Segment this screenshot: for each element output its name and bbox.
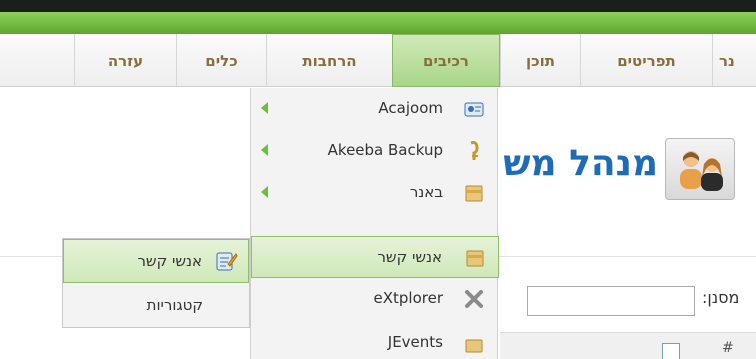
menu-site[interactable]: נר	[712, 34, 756, 87]
contacts-submenu: אנשי קשר קטגוריות	[62, 238, 250, 328]
submenu-item-label: קטגוריות	[146, 296, 203, 314]
page-title: מנהל מש	[503, 143, 658, 184]
menu-menus[interactable]: תפריטים	[580, 34, 712, 87]
menu-extensions[interactable]: הרחבות	[266, 34, 392, 87]
select-all-checkbox[interactable]	[662, 343, 680, 359]
submenu-arrow-icon	[261, 144, 268, 156]
filter-label: מסנן:	[702, 288, 740, 307]
dropdown-item-banner[interactable]: באנר	[251, 172, 499, 214]
menu-tools[interactable]: כלים	[176, 34, 266, 87]
jevents-icon	[463, 332, 485, 354]
acajoom-icon	[463, 98, 485, 120]
table-header	[500, 332, 756, 359]
submenu-item-categories[interactable]: קטגוריות	[63, 284, 249, 328]
dropdown-item-label: Acajoom	[378, 99, 443, 117]
top-dark-band	[0, 0, 756, 12]
user-manager-icon	[665, 138, 735, 200]
dropdown-item-label: eXtplorer	[373, 289, 444, 307]
dropdown-item-akeeba[interactable]: Akeeba Backup	[251, 130, 499, 172]
menu-help[interactable]: עזרה	[74, 34, 176, 87]
dropdown-item-label: באנר	[409, 183, 443, 201]
dropdown-item-label: JEvents	[387, 333, 443, 351]
submenu-item-contacts[interactable]: אנשי קשר	[63, 239, 249, 283]
dropdown-item-label: אנשי קשר	[377, 248, 442, 266]
dropdown-item-contacts[interactable]: אנשי קשר	[251, 236, 499, 278]
table-hash-column: #	[722, 340, 734, 356]
main-menubar: עזרה כלים הרחבות רכיבים תוכן תפריטים נר	[0, 34, 756, 87]
screen: { "menubar": { "items": [ {"label": "עזר…	[0, 0, 756, 359]
dropdown-item-acajoom[interactable]: Acajoom	[251, 88, 499, 130]
components-dropdown: Acajoom Akeeba Backup באנר אנשי קשר eXtp…	[250, 88, 499, 359]
submenu-arrow-icon	[261, 102, 268, 114]
dropdown-item-label: Akeeba Backup	[327, 141, 443, 159]
banner-icon	[463, 182, 485, 204]
extplorer-icon	[463, 288, 485, 310]
filter-input[interactable]	[527, 286, 695, 316]
akeeba-icon	[463, 140, 485, 162]
menu-content[interactable]: תוכן	[500, 34, 580, 87]
dropdown-item-jevents[interactable]: JEvents	[251, 322, 499, 359]
submenu-item-label: אנשי קשר	[137, 252, 202, 270]
submenu-arrow-icon	[261, 186, 268, 198]
dropdown-item-extplorer[interactable]: eXtplorer	[251, 278, 499, 320]
contacts-icon	[464, 247, 486, 269]
menu-components[interactable]: רכיבים	[392, 34, 500, 87]
contacts-edit-icon	[214, 249, 238, 273]
top-green-band	[0, 12, 756, 34]
